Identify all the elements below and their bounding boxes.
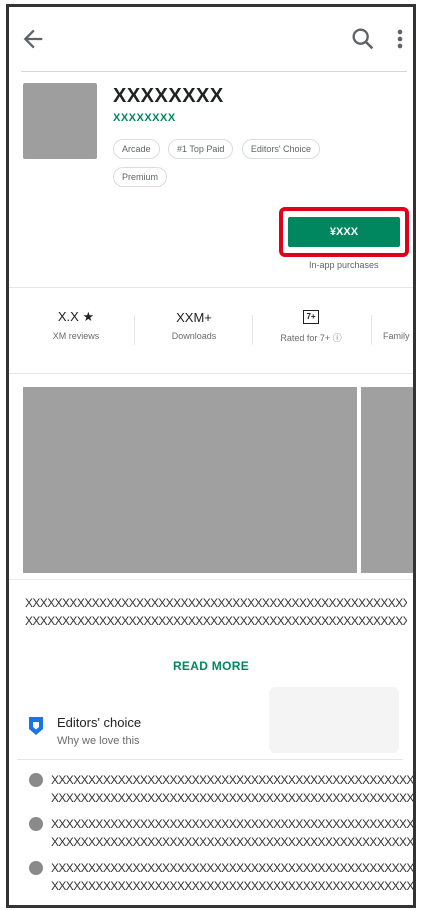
read-more-button[interactable]: READ MORE bbox=[9, 659, 413, 673]
phone-frame: XXXXXXXX XXXXXXXX Arcade #1 Top Paid Edi… bbox=[6, 4, 416, 908]
app-icon bbox=[23, 83, 97, 159]
stat-family[interactable]: Family bbox=[383, 307, 413, 341]
app-bar-divider bbox=[21, 71, 407, 72]
bullet-icon bbox=[29, 773, 43, 787]
divider bbox=[9, 579, 413, 580]
app-title: XXXXXXXX bbox=[113, 85, 224, 107]
in-app-purchases-note: In-app purchases bbox=[309, 260, 379, 270]
list-item-line: XXXXXXXXXXXXXXXXXXXXXXXXXXXXXXXXXXXXXXXX… bbox=[51, 791, 413, 805]
stat-downloads: XXM+ Downloads bbox=[149, 307, 239, 342]
family-label: Family bbox=[383, 331, 410, 341]
tag-chip[interactable]: Arcade bbox=[113, 139, 160, 159]
downloads-label: Downloads bbox=[171, 331, 217, 341]
description-line: XXXXXXXXXXXXXXXXXXXXXXXXXXXXXXXXXXXXXXXX… bbox=[25, 596, 407, 610]
developer-link[interactable]: XXXXXXXX bbox=[113, 112, 176, 124]
editors-choice-subtitle: Why we love this bbox=[57, 735, 140, 747]
stat-content-rating[interactable]: 7+ Rated for 7+ ⓘ bbox=[261, 307, 361, 344]
list-item-line: XXXXXXXXXXXXXXXXXXXXXXXXXXXXXXXXXXXXXXXX… bbox=[51, 879, 413, 893]
bullet-icon bbox=[29, 817, 43, 831]
rating-value: X.X ★ bbox=[57, 309, 95, 324]
content-rating-label: Rated for 7+ ⓘ bbox=[280, 333, 342, 343]
divider bbox=[9, 373, 413, 374]
tag-chip[interactable]: Premium bbox=[113, 167, 168, 187]
content-rating-icon: 7+ bbox=[303, 310, 319, 324]
back-arrow-icon[interactable] bbox=[19, 25, 47, 53]
editors-choice-card[interactable]: Editors' choice Why we love this bbox=[17, 687, 409, 761]
downloads-value: XXM+ bbox=[176, 309, 212, 325]
description[interactable]: XXXXXXXXXXXXXXXXXXXXXXXXXXXXXXXXXXXXXXXX… bbox=[25, 594, 407, 630]
stat-divider bbox=[252, 315, 253, 345]
editors-choice-artwork bbox=[269, 687, 399, 753]
list-item-line: XXXXXXXXXXXXXXXXXXXXXXXXXXXXXXXXXXXXXXXX… bbox=[51, 861, 413, 875]
list-item-text: XXXXXXXXXXXXXXXXXXXXXXXXXXXXXXXXXXXXXXXX… bbox=[51, 859, 413, 895]
family-icon bbox=[383, 307, 413, 327]
more-vert-icon[interactable] bbox=[393, 25, 407, 53]
app-details-screen: XXXXXXXX XXXXXXXX Arcade #1 Top Paid Edi… bbox=[9, 7, 413, 905]
editors-choice-badge-icon bbox=[29, 717, 43, 735]
stat-rating[interactable]: X.X ★ XM reviews bbox=[31, 307, 121, 341]
divider bbox=[17, 759, 403, 760]
search-icon[interactable] bbox=[349, 25, 377, 53]
stat-divider bbox=[371, 315, 372, 345]
divider bbox=[9, 287, 413, 288]
buy-button[interactable]: ¥XXX bbox=[288, 217, 400, 247]
list-item-line: XXXXXXXXXXXXXXXXXXXXXXXXXXXXXXXXXXXXXXXX… bbox=[51, 773, 413, 787]
editors-choice-title: Editors' choice bbox=[57, 715, 142, 730]
tag-chip[interactable]: Editors' Choice bbox=[241, 139, 321, 159]
list-item-text: XXXXXXXXXXXXXXXXXXXXXXXXXXXXXXXXXXXXXXXX… bbox=[51, 771, 413, 807]
tag-chip[interactable]: #1 Top Paid bbox=[167, 139, 234, 159]
reviews-count: XM reviews bbox=[52, 331, 100, 341]
list-item-line: XXXXXXXXXXXXXXXXXXXXXXXXXXXXXXXXXXXXXXXX… bbox=[51, 817, 413, 831]
description-line: XXXXXXXXXXXXXXXXXXXXXXXXXXXXXXXXXXXXXXXX… bbox=[25, 614, 407, 628]
bullet-icon bbox=[29, 861, 43, 875]
list-item-line: XXXXXXXXXXXXXXXXXXXXXXXXXXXXXXXXXXXXXXXX… bbox=[51, 835, 413, 849]
screenshot-2[interactable] bbox=[361, 387, 413, 573]
tag-chips: Arcade #1 Top Paid Editors' Choice Premi… bbox=[113, 139, 383, 195]
stat-divider bbox=[134, 315, 135, 345]
screenshot-1[interactable] bbox=[23, 387, 357, 573]
app-bar bbox=[9, 7, 413, 71]
list-item-text: XXXXXXXXXXXXXXXXXXXXXXXXXXXXXXXXXXXXXXXX… bbox=[51, 815, 413, 851]
content-rating-badge-wrap: 7+ bbox=[261, 307, 361, 327]
highlight-box: ¥XXX bbox=[279, 207, 409, 257]
